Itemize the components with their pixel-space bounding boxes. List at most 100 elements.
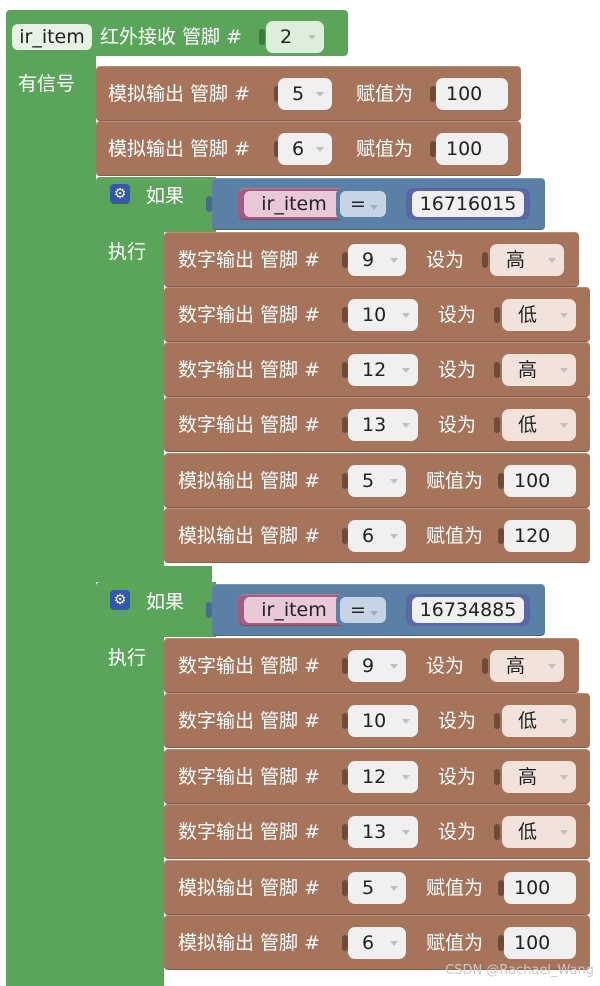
set-label: 设为 [426,249,465,271]
digital-output-label: 数字输出 管脚 # [178,249,320,271]
assign-label: 赋值为 [426,525,484,547]
assign-label: 赋值为 [356,83,414,105]
has-signal-label: 有信号 [18,73,76,95]
gear-icon[interactable]: ⚙ [110,590,130,610]
value-input-tab [494,362,500,378]
pin-dropdown[interactable]: 6 [348,927,406,959]
pin-dropdown[interactable]: 9 [348,244,406,276]
operator-dropdown[interactable]: = [336,188,390,220]
analog-output-block[interactable]: 模拟输出 管脚 # 5 赋值为 100 [164,453,590,508]
ir-item-variable[interactable]: ir_item [238,188,350,220]
ir-receive-pin-dropdown[interactable]: 2 [266,21,324,53]
analog-output-label: 模拟输出 管脚 # [178,932,320,954]
chevron-down-icon [370,611,378,616]
level-dropdown[interactable]: 高 [502,354,576,386]
chevron-down-icon [316,147,324,152]
pin-input-tab [259,29,265,45]
digital-output-block[interactable]: 数字输出 管脚 # 9 设为 高 [164,638,579,693]
analog-output-label: 模拟输出 管脚 # [108,83,250,105]
if-label: 如果 [146,185,185,207]
level-dropdown[interactable]: 高 [490,650,564,682]
assign-label: 赋值为 [356,138,414,160]
watermark-text: CSDN @Rachael_Wang [445,963,594,978]
pin-dropdown[interactable]: 5 [278,78,332,110]
chevron-down-icon [560,423,568,428]
operator-dropdown[interactable]: = [336,594,390,626]
variable-name: ir_item [244,191,344,217]
digital-output-block[interactable]: 数字输出 管脚 # 12 设为 高 [164,749,590,804]
digital-output-block[interactable]: 数字输出 管脚 # 13 设为 低 [164,804,590,859]
value-number-field[interactable]: 100 [504,927,576,959]
chevron-down-icon [390,886,398,891]
ir-receive-body-left [6,50,96,986]
value-input-tab [494,713,500,729]
set-label: 设为 [438,304,477,326]
level-dropdown[interactable]: 低 [502,299,576,331]
value-input-tab [494,769,500,785]
value-number-field[interactable]: 100 [436,133,508,165]
chevron-down-icon [560,830,568,835]
set-label: 设为 [438,710,477,732]
chevron-down-icon [402,830,410,835]
level-dropdown[interactable]: 低 [502,816,576,848]
chevron-down-icon [390,479,398,484]
ir-item-variable-chip[interactable]: ir_item [12,24,92,50]
if-block-body-left [96,636,164,986]
value-number-field[interactable]: 120 [504,520,576,552]
chevron-down-icon [390,941,398,946]
analog-output-block[interactable]: 模拟输出 管脚 # 5 赋值为 100 [164,860,590,915]
digital-output-label: 数字输出 管脚 # [178,655,320,677]
digital-output-block[interactable]: 数字输出 管脚 # 9 设为 高 [164,232,579,287]
level-dropdown[interactable]: 高 [490,244,564,276]
pin-dropdown[interactable]: 13 [348,409,418,441]
pin-dropdown[interactable]: 12 [348,354,418,386]
set-label: 设为 [438,821,477,843]
pin-dropdown[interactable]: 6 [348,520,406,552]
value-number-field[interactable]: 100 [436,78,508,110]
pin-dropdown[interactable]: 13 [348,816,418,848]
digital-output-label: 数字输出 管脚 # [178,359,320,381]
digital-output-block[interactable]: 数字输出 管脚 # 13 设为 低 [164,397,590,452]
set-label: 设为 [438,359,477,381]
level-dropdown[interactable]: 高 [502,761,576,793]
pin-dropdown[interactable]: 9 [348,650,406,682]
digital-output-block[interactable]: 数字输出 管脚 # 10 设为 低 [164,287,590,342]
value-number-field[interactable]: 100 [504,465,576,497]
number-block[interactable]: 16734885 [406,594,530,626]
digital-output-block[interactable]: 数字输出 管脚 # 10 设为 低 [164,693,590,748]
digital-output-label: 数字输出 管脚 # [178,710,320,732]
pin-dropdown[interactable]: 10 [348,299,418,331]
level-value: 低 [518,304,538,326]
analog-output-block[interactable]: 模拟输出 管脚 # 5 赋值为 100 [96,66,521,121]
chevron-down-icon [560,368,568,373]
compare-block[interactable]: ir_item = 16734885 [206,584,545,636]
chevron-down-icon [560,313,568,318]
pin-dropdown[interactable]: 5 [348,465,406,497]
set-label: 设为 [426,655,465,677]
gear-icon[interactable]: ⚙ [110,184,130,204]
condition-value: 16716015 [412,191,524,217]
analog-output-block[interactable]: 模拟输出 管脚 # 6 赋值为 120 [164,508,590,563]
analog-output-block[interactable]: 模拟输出 管脚 # 6 赋值为 100 [96,121,521,176]
digital-output-block[interactable]: 数字输出 管脚 # 12 设为 高 [164,342,590,397]
chevron-down-icon [390,664,398,669]
pin-dropdown[interactable]: 10 [348,705,418,737]
analog-output-block[interactable]: 模拟输出 管脚 # 6 赋值为 100 [164,915,590,970]
analog-output-label: 模拟输出 管脚 # [178,470,320,492]
chevron-down-icon [390,534,398,539]
if-label: 如果 [146,591,185,613]
pin-dropdown[interactable]: 5 [348,872,406,904]
variable-name: ir_item [244,597,344,623]
compare-block[interactable]: ir_item = 16716015 [206,178,545,230]
pin-dropdown[interactable]: 12 [348,761,418,793]
number-block[interactable]: 16716015 [406,188,530,220]
assign-label: 赋值为 [426,470,484,492]
pin-dropdown[interactable]: 6 [278,133,332,165]
chevron-down-icon [308,35,316,40]
value-number-field[interactable]: 100 [504,872,576,904]
chevron-down-icon [402,775,410,780]
level-dropdown[interactable]: 低 [502,409,576,441]
chevron-down-icon [560,719,568,724]
level-dropdown[interactable]: 低 [502,705,576,737]
ir-item-variable[interactable]: ir_item [238,594,350,626]
